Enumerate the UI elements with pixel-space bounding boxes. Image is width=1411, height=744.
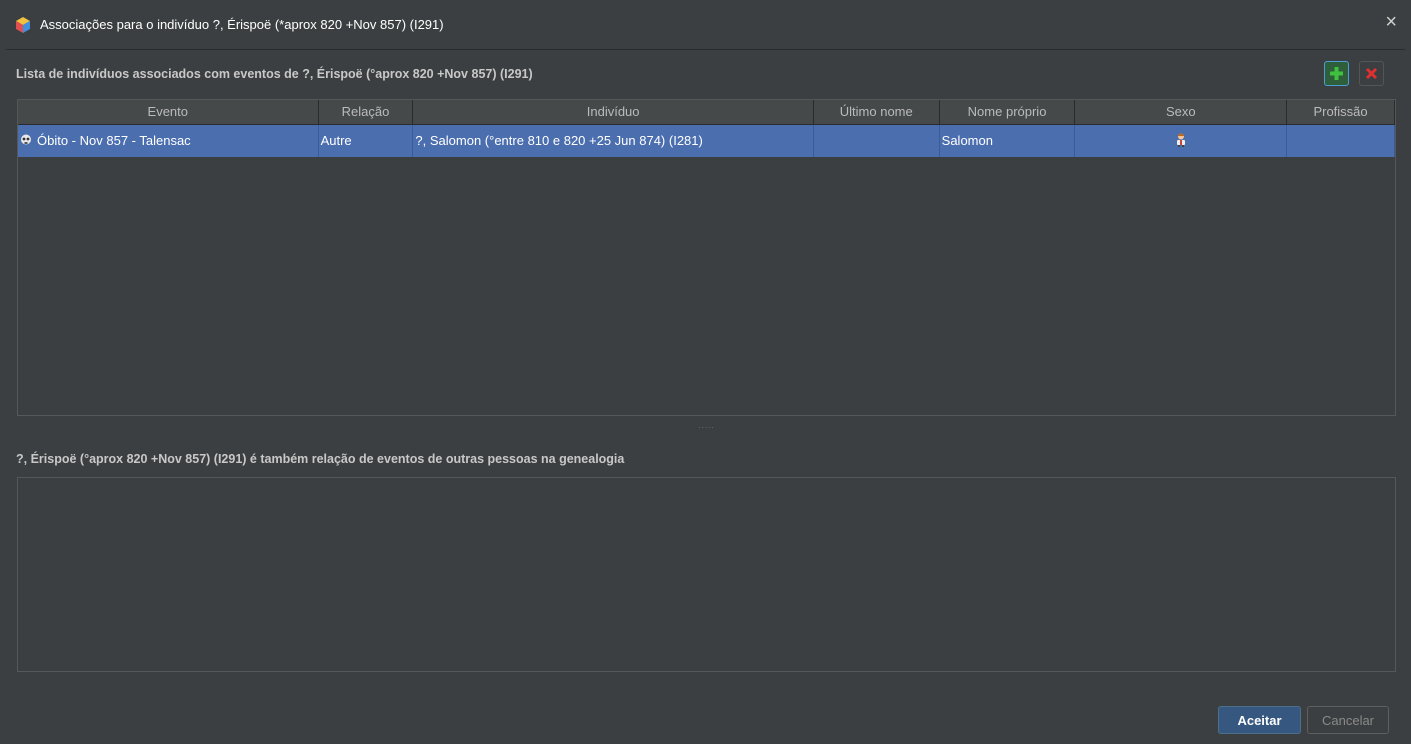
reverse-associations-label: ?, Érispoë (°aprox 820 +Nov 857) (I291) … xyxy=(16,452,625,466)
table-row[interactable]: Óbito - Nov 857 - Talensac Autre ?, Salo… xyxy=(18,125,1395,157)
cell-ultimo-nome[interactable] xyxy=(814,125,940,157)
plus-icon xyxy=(1330,67,1343,80)
accept-button[interactable]: Aceitar xyxy=(1218,706,1301,734)
column-header-individuo[interactable]: Indivíduo xyxy=(413,100,814,124)
column-header-sexo[interactable]: Sexo xyxy=(1075,100,1288,124)
remove-icon xyxy=(1365,67,1378,80)
title-bar: Associações para o indivíduo ?, Érispoë … xyxy=(6,0,1405,50)
death-event-icon xyxy=(21,134,31,145)
column-header-nome-proprio[interactable]: Nome próprio xyxy=(940,100,1076,124)
column-header-ultimo-nome[interactable]: Último nome xyxy=(814,100,940,124)
column-header-profissao[interactable]: Profissão xyxy=(1287,100,1395,124)
remove-association-button[interactable] xyxy=(1359,61,1384,86)
cell-profissao[interactable] xyxy=(1287,125,1395,157)
column-header-evento[interactable]: Evento xyxy=(18,100,319,124)
split-pane-divider[interactable]: ..... xyxy=(17,416,1396,434)
associations-table: Evento Relação Indivíduo Último nome Nom… xyxy=(17,99,1396,416)
cell-nome-proprio[interactable]: Salomon xyxy=(940,125,1076,157)
male-person-icon xyxy=(1176,133,1185,147)
cell-evento[interactable]: Óbito - Nov 857 - Talensac xyxy=(18,125,319,157)
app-logo-icon xyxy=(16,17,30,33)
cell-individuo[interactable]: ?, Salomon (°entre 810 e 820 +25 Jun 874… xyxy=(413,125,814,157)
add-association-button[interactable] xyxy=(1324,61,1349,86)
table-header: Evento Relação Indivíduo Último nome Nom… xyxy=(18,100,1395,125)
splitter-grip: ..... xyxy=(698,420,715,430)
associations-dialog: Associações para o indivíduo ?, Érispoë … xyxy=(6,0,1405,744)
close-icon[interactable]: × xyxy=(1385,12,1397,32)
cancel-button[interactable]: Cancelar xyxy=(1307,706,1389,734)
cell-relacao[interactable]: Autre xyxy=(319,125,414,157)
associations-label: Lista de indivíduos associados com event… xyxy=(16,67,533,81)
reverse-associations-list[interactable] xyxy=(17,477,1396,672)
cell-sexo[interactable] xyxy=(1075,125,1288,157)
column-header-relacao[interactable]: Relação xyxy=(319,100,414,124)
cell-evento-text: Óbito - Nov 857 - Talensac xyxy=(37,133,191,148)
window-title: Associações para o indivíduo ?, Érispoë … xyxy=(40,17,444,32)
